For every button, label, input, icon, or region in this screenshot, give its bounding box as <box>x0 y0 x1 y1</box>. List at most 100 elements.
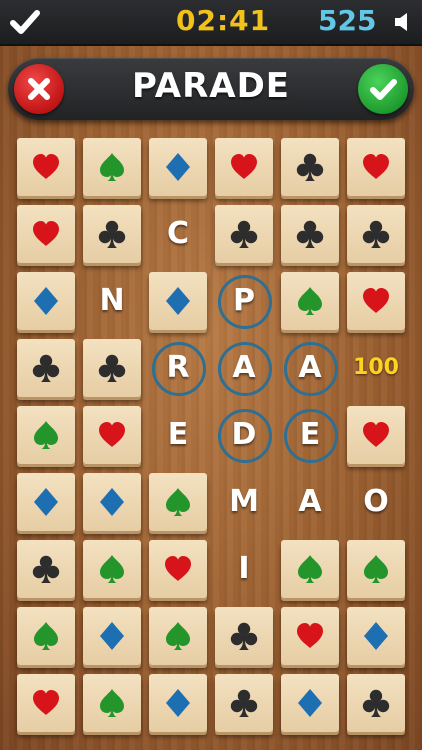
heart-tile[interactable] <box>17 205 75 263</box>
board-cell <box>17 339 75 397</box>
spade-tile[interactable] <box>83 540 141 598</box>
spade-icon <box>364 555 388 583</box>
points-popup: 100 <box>353 355 399 380</box>
board-cell <box>17 674 75 732</box>
club-tile[interactable] <box>215 607 273 665</box>
spade-tile[interactable] <box>347 540 405 598</box>
club-tile[interactable] <box>347 674 405 732</box>
spade-icon <box>298 555 322 583</box>
board-cell: M <box>215 473 273 531</box>
spade-tile[interactable] <box>83 674 141 732</box>
spade-tile[interactable] <box>149 607 207 665</box>
heart-tile[interactable] <box>347 138 405 196</box>
close-icon <box>28 78 50 100</box>
heart-icon <box>99 422 125 447</box>
diamond-icon <box>34 287 58 315</box>
diamond-tile[interactable] <box>83 473 141 531</box>
board-cell <box>83 540 141 598</box>
selected-letter[interactable]: P <box>215 272 273 330</box>
letter-tile[interactable]: A <box>281 473 339 531</box>
diamond-tile[interactable] <box>281 674 339 732</box>
heart-icon <box>363 154 389 179</box>
heart-tile[interactable] <box>17 674 75 732</box>
club-tile[interactable] <box>17 339 75 397</box>
heart-icon <box>297 623 323 648</box>
board-cell <box>281 540 339 598</box>
diamond-tile[interactable] <box>149 674 207 732</box>
board-cell <box>83 205 141 263</box>
current-word: PARADE <box>131 66 291 106</box>
board-cell <box>17 138 75 196</box>
heart-tile[interactable] <box>347 406 405 464</box>
board-cell <box>149 674 207 732</box>
board-cell <box>347 138 405 196</box>
diamond-tile[interactable] <box>149 272 207 330</box>
letter-tile[interactable]: M <box>215 473 273 531</box>
selected-letter[interactable]: R <box>149 339 207 397</box>
heart-tile[interactable] <box>281 607 339 665</box>
club-tile[interactable] <box>17 540 75 598</box>
board-cell <box>149 138 207 196</box>
heart-tile[interactable] <box>347 272 405 330</box>
club-tile[interactable] <box>281 138 339 196</box>
board-cell <box>83 339 141 397</box>
board-cell <box>83 406 141 464</box>
diamond-tile[interactable] <box>347 607 405 665</box>
diamond-tile[interactable] <box>83 607 141 665</box>
board-cell: E <box>281 406 339 464</box>
club-tile[interactable] <box>215 205 273 263</box>
board-cell <box>281 272 339 330</box>
heart-icon <box>33 154 59 179</box>
board-cell <box>281 205 339 263</box>
selected-letter[interactable]: E <box>281 406 339 464</box>
checkmark-icon[interactable] <box>8 5 42 39</box>
heart-tile[interactable] <box>83 406 141 464</box>
cancel-word-button[interactable] <box>14 64 64 114</box>
heart-tile[interactable] <box>215 138 273 196</box>
club-tile[interactable] <box>83 205 141 263</box>
spade-icon <box>34 622 58 650</box>
score: 525 <box>318 4 377 37</box>
club-tile[interactable] <box>347 205 405 263</box>
spade-tile[interactable] <box>17 607 75 665</box>
letter-tile[interactable]: I <box>215 540 273 598</box>
spade-icon <box>100 153 124 181</box>
diamond-icon <box>100 622 124 650</box>
letter-tile[interactable]: N <box>83 272 141 330</box>
letter-tile[interactable]: E <box>149 406 207 464</box>
spade-tile[interactable] <box>281 540 339 598</box>
spade-tile[interactable] <box>83 138 141 196</box>
selected-letter[interactable]: D <box>215 406 273 464</box>
club-icon <box>296 220 324 248</box>
club-icon <box>296 153 324 181</box>
spade-tile[interactable] <box>17 406 75 464</box>
board-cell <box>347 607 405 665</box>
board-cell <box>281 674 339 732</box>
heart-tile[interactable] <box>17 138 75 196</box>
submit-word-button[interactable] <box>358 64 408 114</box>
board-cell: P <box>215 272 273 330</box>
speaker-icon[interactable] <box>392 10 416 34</box>
board-cell <box>215 205 273 263</box>
board-cell: C <box>149 205 207 263</box>
spade-icon <box>34 421 58 449</box>
timer: 02:41 <box>176 4 271 37</box>
letter-tile[interactable]: O <box>347 473 405 531</box>
board-cell <box>83 607 141 665</box>
letter-tile[interactable]: C <box>149 205 207 263</box>
spade-tile[interactable] <box>149 473 207 531</box>
diamond-tile[interactable] <box>17 473 75 531</box>
heart-tile[interactable] <box>149 540 207 598</box>
selected-letter[interactable]: A <box>281 339 339 397</box>
board-cell: I <box>215 540 273 598</box>
spade-tile[interactable] <box>281 272 339 330</box>
board-cell <box>347 272 405 330</box>
club-tile[interactable] <box>215 674 273 732</box>
diamond-tile[interactable] <box>149 138 207 196</box>
club-tile[interactable] <box>83 339 141 397</box>
club-tile[interactable] <box>281 205 339 263</box>
spade-icon <box>298 287 322 315</box>
board-cell: A <box>281 473 339 531</box>
selected-letter[interactable]: A <box>215 339 273 397</box>
diamond-tile[interactable] <box>17 272 75 330</box>
